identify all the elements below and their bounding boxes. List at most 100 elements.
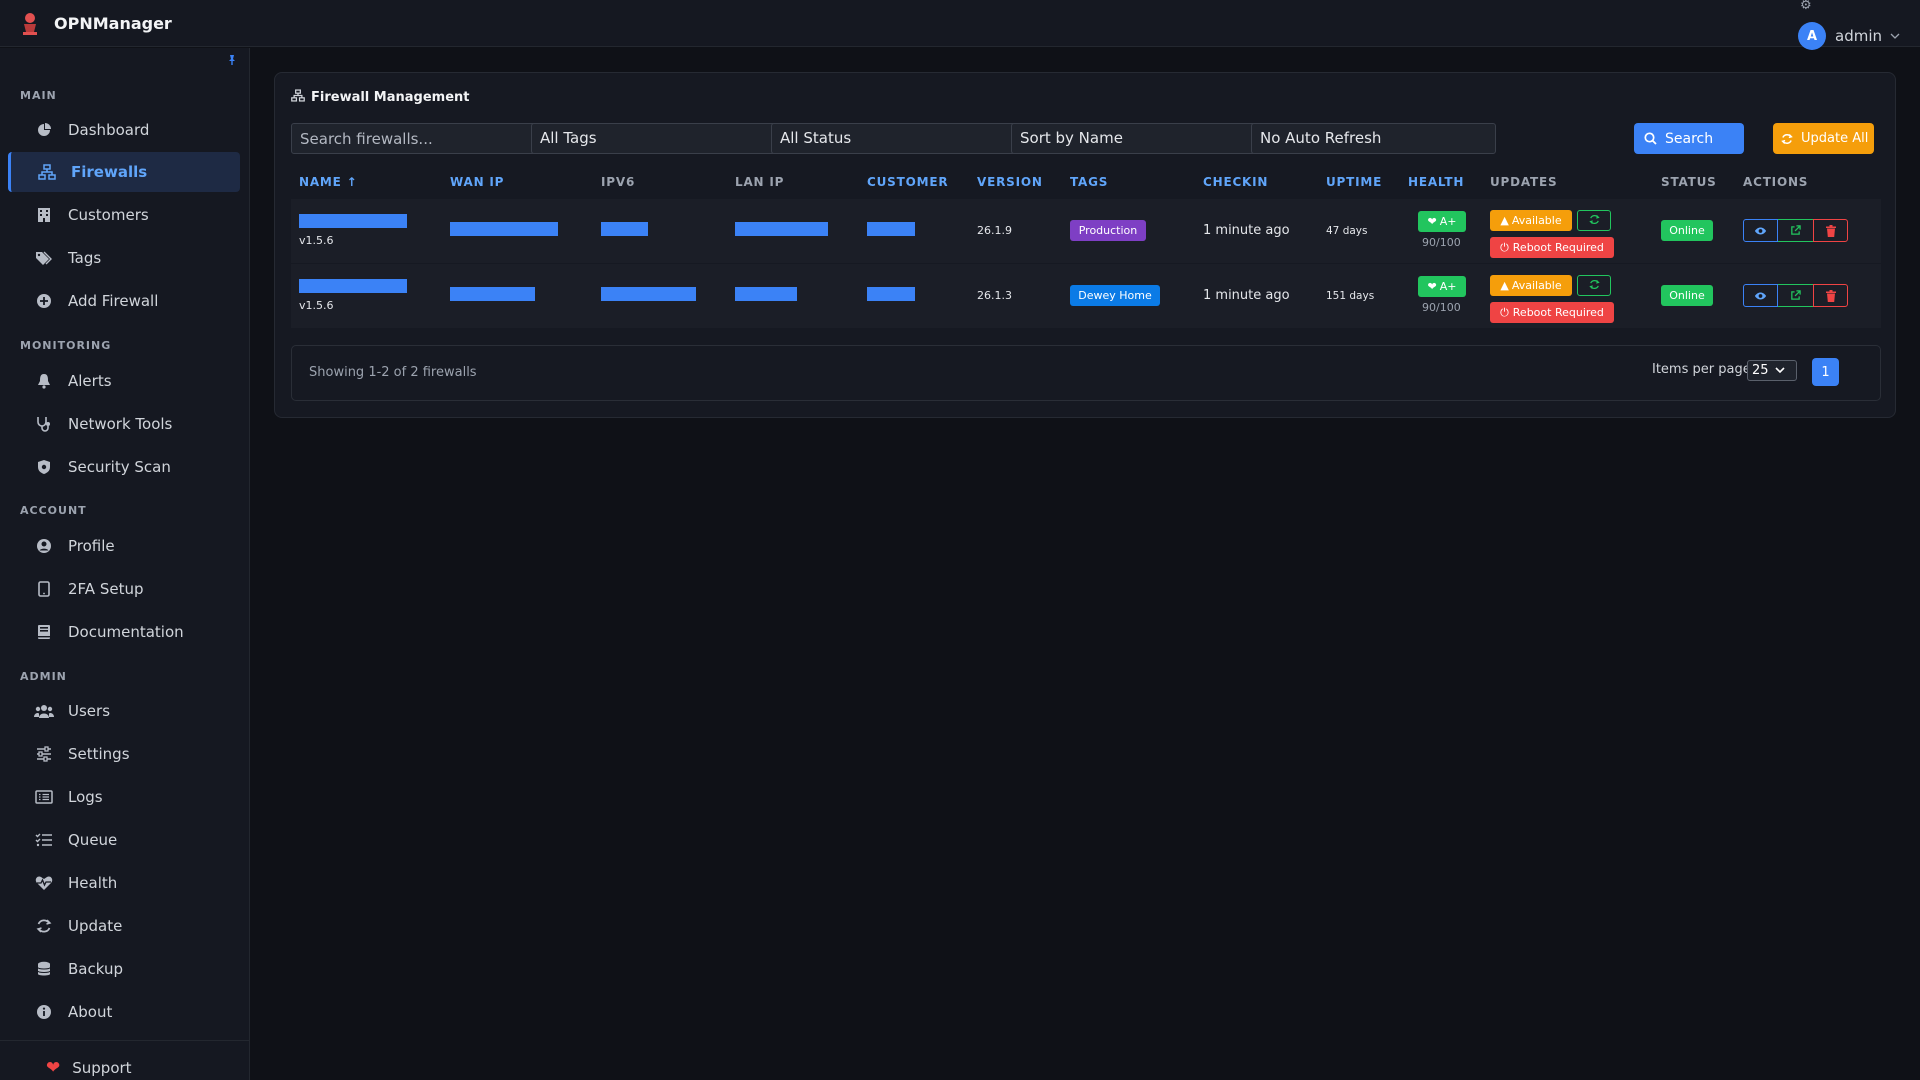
sidebar-item-dashboard[interactable]: Dashboard <box>8 110 240 150</box>
warning-icon: ▲ <box>1500 279 1509 292</box>
sidebar-item-about[interactable]: About <box>8 992 240 1032</box>
customer-redacted <box>867 222 915 236</box>
open-external-button[interactable] <box>1778 284 1813 307</box>
tag-badge[interactable]: Dewey Home <box>1070 285 1160 306</box>
column-header-name[interactable]: NAME ↑ <box>299 175 358 189</box>
sidebar-item-update[interactable]: Update <box>8 906 240 946</box>
user-menu[interactable]: A admin <box>1798 22 1900 50</box>
sidebar-item-label: About <box>68 1003 113 1021</box>
items-per-page-select[interactable]: 25 <box>1747 360 1797 381</box>
trash-icon <box>1825 224 1836 237</box>
update-available-badge[interactable]: ▲ Available <box>1490 210 1572 231</box>
power-icon: ⏻ <box>1500 240 1509 254</box>
pin-icon[interactable] <box>226 54 238 70</box>
table-row: v1.5.6 26.1.9 Production 1 minute ago 47… <box>291 199 1881 263</box>
sync-icon <box>1781 133 1793 145</box>
firmware-version: 26.1.3 <box>977 289 1012 302</box>
sidebar-item-queue[interactable]: Queue <box>8 820 240 860</box>
tags-icon <box>34 250 54 266</box>
table-row: v1.5.6 26.1.3 Dewey Home 1 minute ago 15… <box>291 264 1881 328</box>
pagination-bar: Showing 1-2 of 2 firewalls Items per pag… <box>291 345 1881 401</box>
dashboard-icon <box>34 122 54 138</box>
open-external-button[interactable] <box>1778 219 1813 242</box>
sync-icon <box>34 918 54 934</box>
support-link[interactable]: ❤ Support <box>46 1058 132 1078</box>
warning-icon: ▲ <box>1500 214 1509 227</box>
health-grade-badge[interactable]: ❤ A+ <box>1418 276 1466 297</box>
sidebar-item-firewalls[interactable]: Firewalls <box>8 152 240 192</box>
sidebar-item-alerts[interactable]: Alerts <box>8 361 240 401</box>
sidebar-item-add-firewall[interactable]: Add Firewall <box>8 281 240 321</box>
update-available-label: Available <box>1511 214 1562 227</box>
items-per-page-value: 25 <box>1752 363 1769 378</box>
reboot-required-badge[interactable]: ⏻ Reboot Required <box>1490 302 1614 323</box>
auto-refresh-select[interactable]: No Auto Refresh <box>1251 123 1496 154</box>
column-header-uptime[interactable]: UPTIME <box>1326 175 1382 189</box>
reboot-required-badge[interactable]: ⏻ Reboot Required <box>1490 237 1614 258</box>
phone-icon <box>34 581 54 597</box>
sidebar-item-profile[interactable]: Profile <box>8 526 240 566</box>
network-icon <box>37 164 57 180</box>
heart-icon: ❤ <box>46 1058 61 1078</box>
firewall-name-redacted[interactable] <box>299 279 407 293</box>
sync-icon <box>1588 213 1600 229</box>
user-circle-icon <box>34 538 54 554</box>
health-grade-badge[interactable]: ❤ A+ <box>1418 211 1466 232</box>
column-header-checkin[interactable]: CHECKIN <box>1203 175 1268 189</box>
checkin-time: 1 minute ago <box>1203 288 1290 303</box>
search-input[interactable] <box>291 123 536 154</box>
username: admin <box>1835 27 1882 45</box>
sidebar-item-label: Dashboard <box>68 121 150 139</box>
top-bar: OPNManager ⚙ A admin <box>0 0 1920 50</box>
sidebar-item-network-tools[interactable]: Network Tools <box>8 404 240 444</box>
update-all-button[interactable]: Update All <box>1773 123 1874 154</box>
column-header-wan-ip[interactable]: WAN IP <box>450 175 504 189</box>
status-badge: Online <box>1661 285 1713 306</box>
gear-icon[interactable]: ⚙ <box>1800 0 1816 12</box>
column-header-tags[interactable]: TAGS <box>1070 175 1108 189</box>
ipv6-redacted <box>601 222 648 236</box>
wan-ip-redacted <box>450 287 535 301</box>
agent-version: v1.5.6 <box>299 234 334 247</box>
sidebar-item-health[interactable]: Health <box>8 863 240 903</box>
column-header-customer[interactable]: CUSTOMER <box>867 175 948 189</box>
brand[interactable]: OPNManager <box>20 10 172 36</box>
sidebar-item-documentation[interactable]: Documentation <box>8 612 240 652</box>
sidebar-item-backup[interactable]: Backup <box>8 949 240 989</box>
sidebar-item-label: Customers <box>68 206 149 224</box>
column-header-version[interactable]: VERSION <box>977 175 1043 189</box>
firewall-name-redacted[interactable] <box>299 214 407 228</box>
status-filter-select[interactable]: All Status <box>771 123 1016 154</box>
sidebar-item-label: Health <box>68 874 118 892</box>
sidebar-item-label: Tags <box>68 249 102 267</box>
eye-icon <box>1754 227 1767 234</box>
building-icon <box>34 207 54 223</box>
sidebar-item-logs[interactable]: Logs <box>8 777 240 817</box>
health-score: 90/100 <box>1422 236 1461 249</box>
update-available-label: Available <box>1511 279 1562 292</box>
delete-button[interactable] <box>1813 219 1848 242</box>
page-button-1[interactable]: 1 <box>1812 358 1839 386</box>
sidebar-item-settings[interactable]: Settings <box>8 734 240 774</box>
sort-select[interactable]: Sort by Name <box>1011 123 1256 154</box>
section-label-main: MAIN <box>20 89 57 102</box>
update-available-badge[interactable]: ▲ Available <box>1490 275 1572 296</box>
view-button[interactable] <box>1743 284 1778 307</box>
sidebar-item-customers[interactable]: Customers <box>8 195 240 235</box>
delete-button[interactable] <box>1813 284 1848 307</box>
sidebar-item-tags[interactable]: Tags <box>8 238 240 278</box>
column-header-health[interactable]: HEALTH <box>1408 175 1464 189</box>
tags-filter-select[interactable]: All Tags <box>531 123 776 154</box>
sidebar-item-label: Settings <box>68 745 130 763</box>
tag-badge[interactable]: Production <box>1070 220 1146 241</box>
search-button[interactable]: Search <box>1634 123 1744 154</box>
check-updates-button[interactable] <box>1577 210 1611 231</box>
section-label-admin: ADMIN <box>20 670 67 683</box>
sidebar-item-users[interactable]: Users <box>8 691 240 731</box>
heartbeat-icon <box>34 875 54 891</box>
check-updates-button[interactable] <box>1577 275 1611 296</box>
status-badge: Online <box>1661 220 1713 241</box>
view-button[interactable] <box>1743 219 1778 242</box>
sidebar-item-security-scan[interactable]: Security Scan <box>8 447 240 487</box>
sidebar-item-2fa-setup[interactable]: 2FA Setup <box>8 569 240 609</box>
